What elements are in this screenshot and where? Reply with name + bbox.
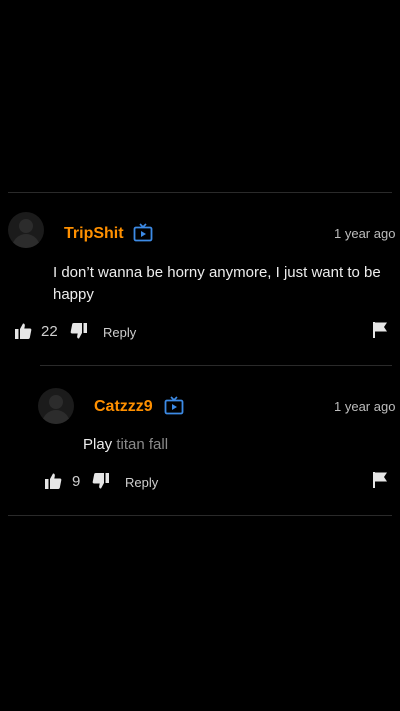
reply-username[interactable]: Catzzz9 [94, 398, 153, 416]
comment-username[interactable]: TripShit [64, 225, 124, 243]
reply-button[interactable]: Reply [103, 325, 136, 340]
thumbs-up-icon[interactable] [44, 472, 62, 490]
flag-icon[interactable] [371, 471, 389, 489]
thumbs-up-icon[interactable] [14, 322, 32, 340]
comment-timestamp: 1 year ago [334, 226, 396, 241]
thumbs-down-icon[interactable] [92, 472, 110, 490]
thumbs-down-icon[interactable] [70, 322, 88, 340]
reply-timestamp: 1 year ago [334, 399, 396, 414]
reply-divider [40, 365, 392, 366]
tv-badge-icon [164, 396, 184, 415]
bottom-divider [8, 515, 392, 516]
flag-icon[interactable] [371, 321, 389, 339]
reply-body: Play titan fall [83, 434, 168, 456]
like-count: 9 [72, 473, 81, 490]
top-divider [8, 192, 392, 193]
tv-badge-icon [133, 223, 153, 242]
avatar[interactable] [8, 212, 44, 248]
avatar[interactable] [38, 388, 74, 424]
reply-body-text: Play [83, 436, 117, 453]
reply-body-muted-text: titan fall [116, 436, 169, 453]
like-count: 22 [41, 323, 58, 340]
reply-button[interactable]: Reply [125, 475, 158, 490]
comment-body: I don’t wanna be horny anymore, I just w… [53, 264, 381, 303]
